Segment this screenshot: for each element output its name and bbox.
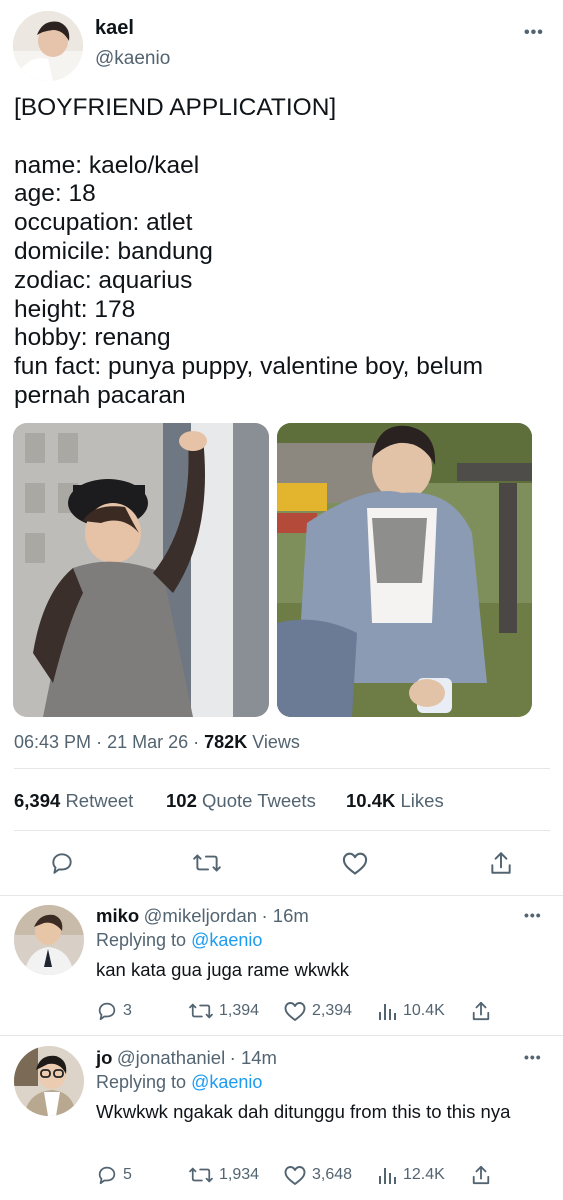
views-icon [379, 1004, 396, 1020]
share-icon[interactable] [489, 850, 513, 876]
views-icon [379, 1168, 396, 1184]
meta-separator: · [96, 732, 103, 752]
reply-avatar[interactable] [14, 1046, 84, 1116]
reply-author-handle[interactable]: @jonathaniel [117, 1047, 225, 1068]
reply-author-name[interactable]: jo [96, 1047, 112, 1068]
reply-count: 3 [123, 1002, 132, 1019]
reply-count: 5 [123, 1166, 132, 1183]
reply-views-action[interactable]: 10.4K [378, 1000, 445, 1022]
reply-like-action[interactable]: 2,394 [283, 1000, 352, 1022]
reply-share-action[interactable] [471, 1000, 491, 1022]
quote-count: 102 [166, 790, 197, 811]
more-horizontal-icon[interactable]: ••• [524, 1049, 542, 1065]
retweet-icon [189, 1167, 213, 1183]
tweet-time: 06:43 PM [14, 732, 92, 752]
replying-label: Replying to [96, 1072, 187, 1092]
divider [0, 1035, 563, 1036]
likes-stat[interactable]: 10.4K Likes [346, 790, 444, 812]
views-count: 782K [204, 732, 248, 752]
divider [14, 768, 550, 769]
more-horizontal-icon[interactable]: ••• [524, 24, 544, 42]
retweet-count: 1,394 [219, 1002, 260, 1019]
reply-author-name[interactable]: miko [96, 905, 139, 926]
reply-avatar[interactable] [14, 905, 84, 975]
tweet-text: [BOYFRIEND APPLICATION] name: kaelo/kael… [14, 94, 483, 409]
quote-label: Quote Tweets [202, 790, 316, 811]
reply-like-action[interactable]: 3,648 [283, 1164, 352, 1186]
reply-reply-action[interactable]: 5 [96, 1164, 132, 1186]
reply-time: · 16m [261, 905, 309, 926]
retweet-icon [189, 1003, 213, 1019]
reply-header: jo @jonathaniel · 14m [96, 1047, 277, 1069]
like-count: 3,648 [312, 1166, 353, 1183]
replying-to: Replying to @kaenio [96, 1072, 262, 1093]
more-horizontal-icon[interactable]: ••• [524, 907, 542, 923]
reply-header: miko @mikeljordan · 16m [96, 905, 309, 927]
tweet-date: 21 Mar 26 [107, 732, 189, 752]
replying-to-link[interactable]: @kaenio [191, 930, 262, 950]
likes-label: Likes [400, 790, 444, 811]
reply-icon [98, 1166, 116, 1185]
retweet-label: Retweet [65, 790, 134, 811]
replying-to: Replying to @kaenio [96, 930, 262, 951]
tweet-photo-2[interactable] [277, 423, 532, 717]
reply-reply-action[interactable]: 3 [96, 1000, 132, 1022]
author-avatar[interactable] [13, 11, 83, 81]
divider [14, 830, 550, 831]
retweet-count: 1,934 [219, 1166, 260, 1183]
retweet-icon[interactable] [192, 850, 222, 876]
quote-stat[interactable]: 102 Quote Tweets [166, 790, 316, 812]
retweet-stat[interactable]: 6,394 Retweet [14, 790, 133, 812]
like-icon[interactable] [341, 850, 369, 876]
reply-author-handle[interactable]: @mikeljordan [144, 905, 257, 926]
author-handle[interactable]: @kaenio [95, 48, 170, 70]
reply-share-action[interactable] [471, 1164, 491, 1186]
tweet-photo-1[interactable] [13, 423, 269, 717]
reply-icon [98, 1002, 116, 1021]
tweet-meta: 06:43 PM · 21 Mar 26 · 782K Views [14, 732, 300, 753]
like-count: 2,394 [312, 1002, 353, 1019]
reply-views-action[interactable]: 12.4K [378, 1164, 445, 1186]
view-count: 12.4K [403, 1166, 445, 1183]
reply-text: kan kata gua juga rame wkwkk [96, 959, 349, 980]
reply-text: Wkwkwk ngakak dah ditunggu from this to … [96, 1101, 511, 1122]
like-icon [284, 1166, 306, 1185]
reply-retweet-action[interactable]: 1,394 [188, 1000, 259, 1022]
like-icon [284, 1002, 306, 1021]
views-label: Views [252, 732, 300, 752]
reply-retweet-action[interactable]: 1,934 [188, 1164, 259, 1186]
reply-icon[interactable] [49, 850, 75, 876]
meta-separator: · [193, 732, 200, 752]
view-count: 10.4K [403, 1002, 445, 1019]
reply-time: · 14m [229, 1047, 277, 1068]
replying-to-link[interactable]: @kaenio [191, 1072, 262, 1092]
divider [0, 895, 563, 896]
author-name[interactable]: kael [95, 17, 134, 40]
share-icon [472, 1001, 490, 1021]
retweet-count: 6,394 [14, 790, 61, 811]
replying-label: Replying to [96, 930, 187, 950]
likes-count: 10.4K [346, 790, 396, 811]
share-icon [472, 1165, 490, 1185]
